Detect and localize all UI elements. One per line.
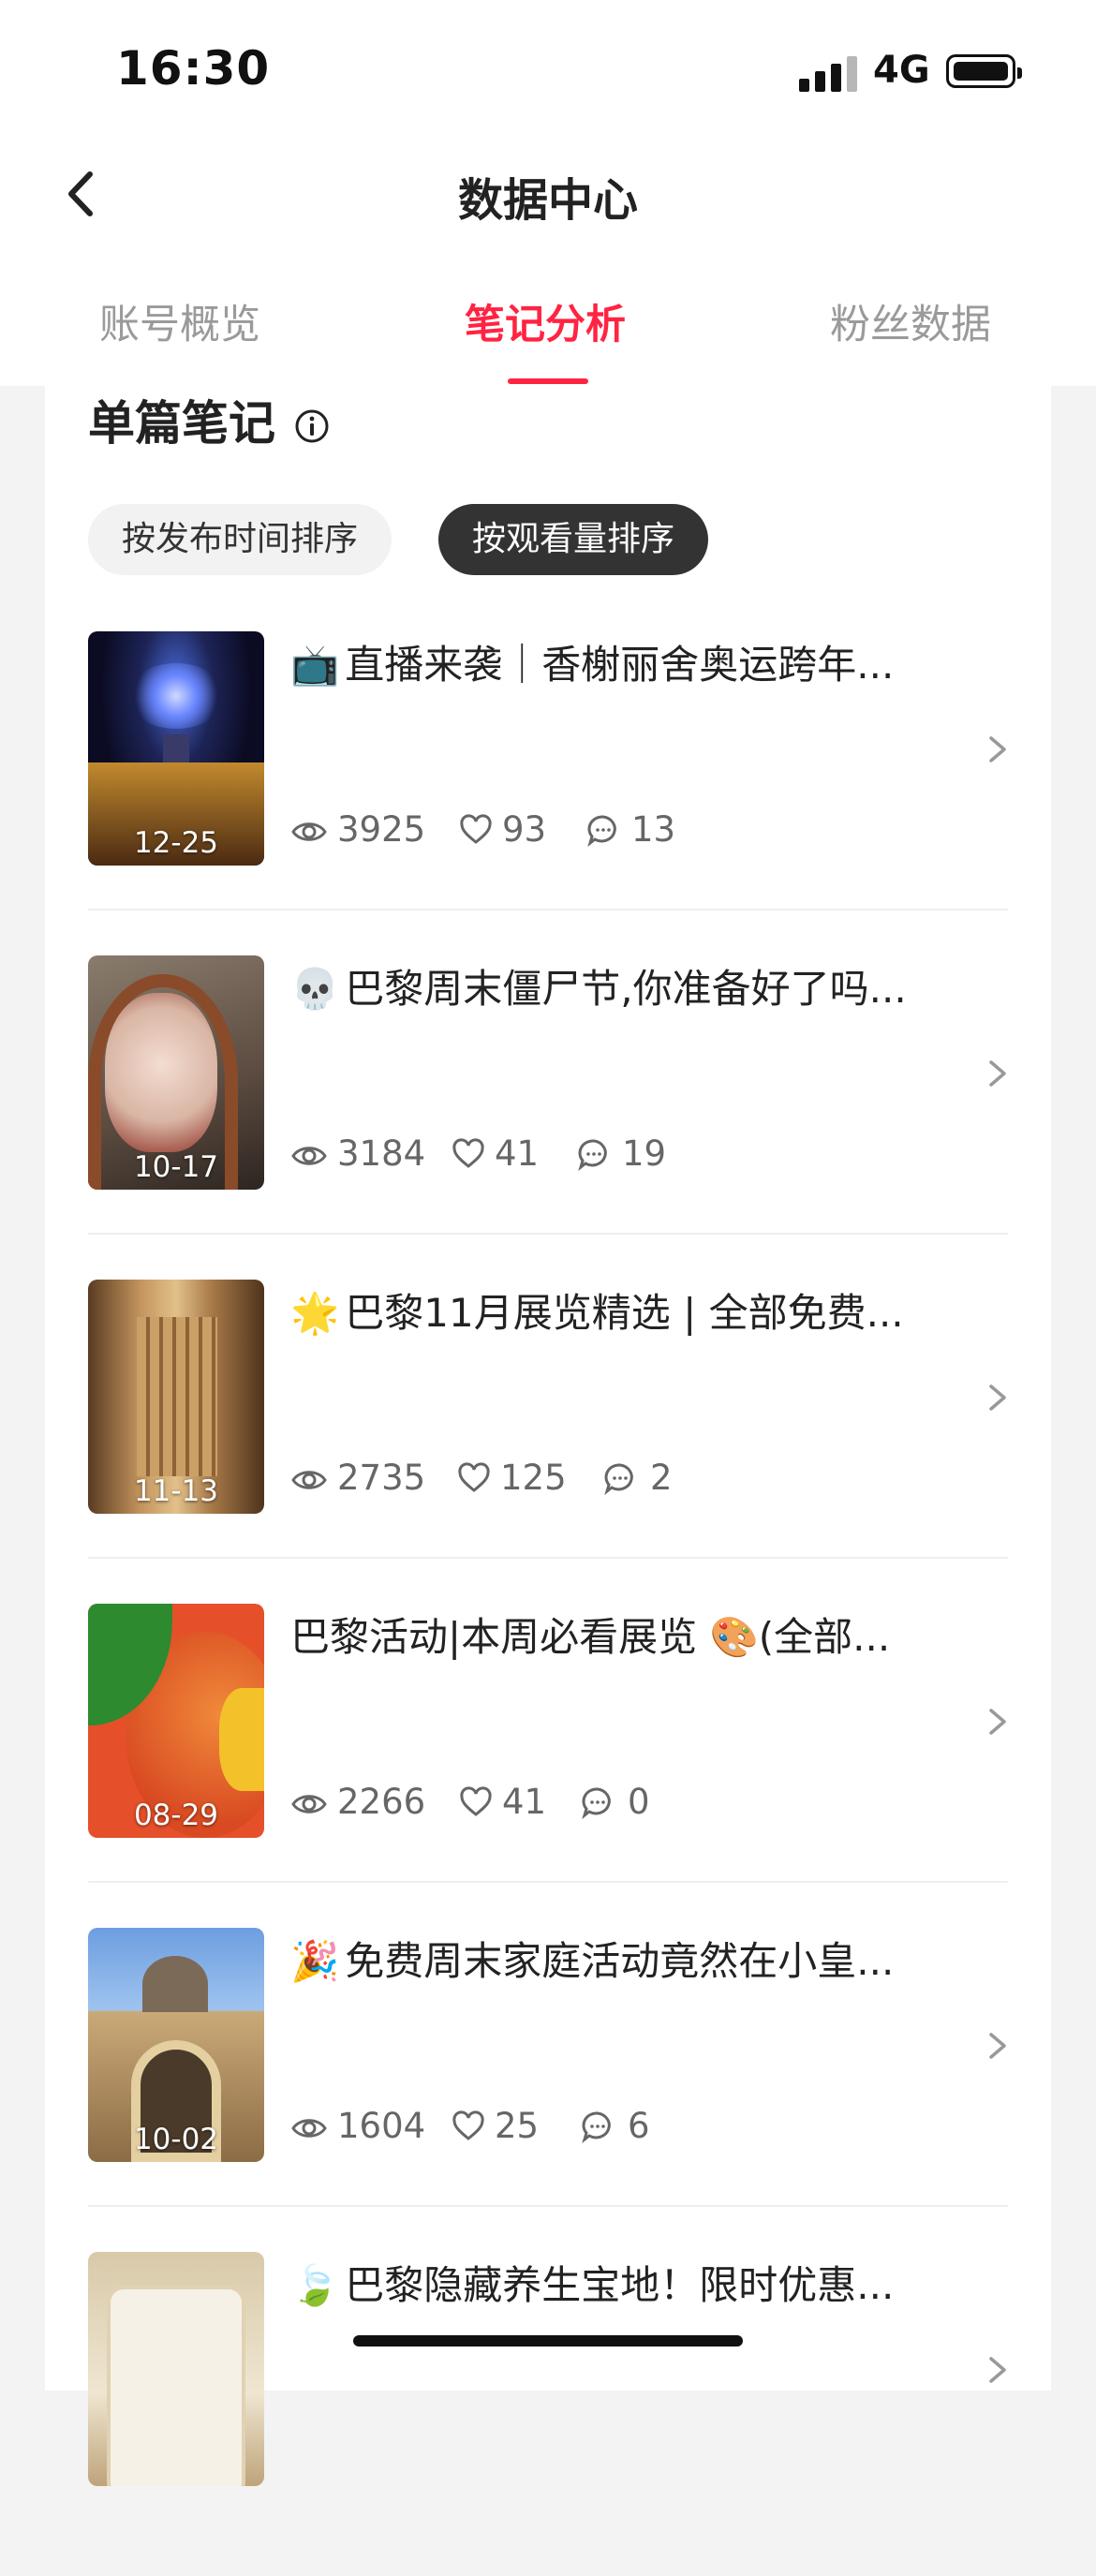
chevron-right-icon[interactable] <box>985 2027 1010 2065</box>
note-item[interactable]: 11-13 🌟 巴黎11月展览精选 | 全部免费... 2735 125 2 <box>88 1280 1008 1604</box>
view-count: 3925 <box>337 809 426 850</box>
comment-count: 0 <box>628 1782 650 1822</box>
comment-icon <box>604 1463 633 1495</box>
note-thumbnail: 10-02 <box>88 1928 264 2162</box>
eye-icon <box>291 1471 327 1489</box>
heart-icon <box>452 2110 484 2140</box>
divider <box>88 1557 1008 1559</box>
note-thumbnail: 08-29 <box>88 1604 264 1838</box>
eye-icon <box>291 1795 327 1814</box>
like-count: 41 <box>502 1782 547 1822</box>
comment-count: 19 <box>622 1133 667 1174</box>
heart-icon <box>458 1462 490 1492</box>
star-emoji-icon: 🌟 <box>290 1290 340 1336</box>
note-date: 12-25 <box>133 826 219 860</box>
tv-emoji-icon: 📺 <box>290 642 340 688</box>
note-title: 🌟 巴黎11月展览精选 | 全部免费... <box>290 1290 904 1336</box>
tab-note-analysis[interactable]: 笔记分析 <box>465 292 626 350</box>
note-date: 10-02 <box>133 2123 219 2156</box>
view-count: 2266 <box>337 1782 426 1822</box>
eye-icon <box>291 2119 327 2138</box>
active-tab-indicator <box>508 378 588 384</box>
note-item[interactable]: 10-17 💀 巴黎周末僵尸节,你准备好了吗... 3184 41 19 <box>88 955 1008 1280</box>
sort-by-views-chip[interactable]: 按观看量排序 <box>438 504 709 575</box>
note-date: 11-13 <box>133 1474 219 1508</box>
tab-fan-data[interactable]: 粉丝数据 <box>830 292 991 350</box>
view-count: 3184 <box>337 1133 426 1174</box>
heart-icon <box>452 1138 484 1168</box>
tab-bar: 账号概览 笔记分析 粉丝数据 <box>0 253 1096 386</box>
nav-bar: 数据中心 <box>0 131 1096 253</box>
notes-card: 单篇笔记 按发布时间排序 按观看量排序 12-25 📺 直播来袭｜香榭丽舍奥运跨年… <box>45 386 1051 2486</box>
note-title: 💀 巴黎周末僵尸节,你准备好了吗... <box>290 966 907 1012</box>
note-date: 10-17 <box>133 1150 219 1184</box>
note-date: 08-29 <box>133 1799 219 1832</box>
section-title: 单篇笔记 <box>88 396 275 451</box>
view-count: 1604 <box>337 2106 426 2146</box>
note-thumbnail: 10-17 <box>88 955 264 1190</box>
comment-icon <box>582 1787 611 1819</box>
network-type: 4G <box>873 49 930 92</box>
like-count: 25 <box>495 2106 540 2146</box>
battery-icon <box>946 54 1022 88</box>
info-icon[interactable] <box>294 408 330 444</box>
heart-icon <box>460 1786 492 1816</box>
status-bar: 16:30 4G <box>0 0 1096 131</box>
tab-account-overview[interactable]: 账号概览 <box>99 292 260 350</box>
note-item[interactable]: 08-29 巴黎活动|本周必看展览 🎨(全部... 2266 41 0 <box>88 1604 1008 1928</box>
divider <box>88 1233 1008 1235</box>
sort-by-publish-time-chip[interactable]: 按发布时间排序 <box>88 504 392 575</box>
note-thumbnail <box>88 2252 264 2486</box>
comment-icon <box>578 1139 607 1171</box>
party-popper-emoji-icon: 🎉 <box>290 1938 340 1984</box>
note-title: 🍃 巴黎隐藏养生宝地！限时优惠... <box>290 2262 895 2308</box>
comment-count: 2 <box>650 1458 673 1498</box>
comment-count: 6 <box>628 2106 650 2146</box>
view-count: 2735 <box>337 1458 426 1498</box>
note-thumbnail: 12-25 <box>88 631 264 866</box>
status-time: 16:30 <box>116 41 271 96</box>
heart-icon <box>460 814 492 844</box>
comment-icon <box>582 2111 611 2143</box>
leaf-emoji-icon: 🍃 <box>290 2262 340 2308</box>
skull-emoji-icon: 💀 <box>290 966 340 1012</box>
divider <box>88 2205 1008 2207</box>
eye-icon <box>291 1147 327 1165</box>
eye-icon <box>291 822 327 841</box>
note-title: 📺 直播来袭｜香榭丽舍奥运跨年... <box>290 642 895 688</box>
note-title: 巴黎活动|本周必看展览 🎨(全部... <box>290 1614 891 1660</box>
chevron-right-icon[interactable] <box>985 1055 1010 1092</box>
note-item[interactable]: 10-02 🎉 免费周末家庭活动竟然在小皇... 1604 25 6 <box>88 1928 1008 2252</box>
comment-icon <box>587 815 616 847</box>
like-count: 125 <box>500 1458 567 1498</box>
chevron-right-icon[interactable] <box>985 731 1010 768</box>
cellular-signal-icon <box>799 54 859 92</box>
chevron-right-icon[interactable] <box>985 1703 1010 1740</box>
like-count: 41 <box>495 1133 540 1174</box>
note-title: 🎉 免费周末家庭活动竟然在小皇... <box>290 1938 895 1984</box>
chevron-right-icon[interactable] <box>985 1379 1010 1416</box>
note-thumbnail: 11-13 <box>88 1280 264 1514</box>
divider <box>88 909 1008 910</box>
note-item[interactable]: 12-25 📺 直播来袭｜香榭丽舍奥运跨年... 3925 93 13 <box>88 631 1008 955</box>
comment-count: 13 <box>631 809 676 850</box>
like-count: 93 <box>502 809 547 850</box>
note-item[interactable]: 🍃 巴黎隐藏养生宝地！限时优惠... <box>88 2252 1008 2576</box>
chevron-right-icon[interactable] <box>985 2351 1010 2389</box>
divider <box>88 1881 1008 1883</box>
home-indicator[interactable] <box>353 2335 743 2347</box>
page-title: 数据中心 <box>457 174 638 227</box>
